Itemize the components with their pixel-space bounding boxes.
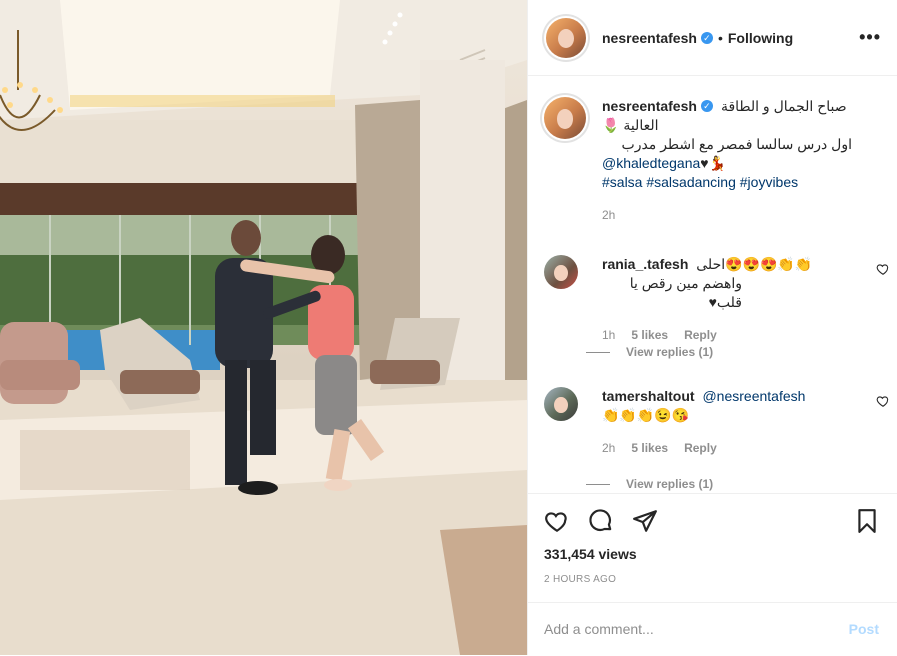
views-count[interactable]: 331,454 views [544,546,637,562]
comment-bubble-icon[interactable] [588,508,614,534]
comment-text-line1: احلى😍😍😍👏👏 [696,256,813,272]
caption-mention-suffix: ♥💃 [700,155,727,171]
instagram-post: nesreentafesh ✓ • Following ••• nesreent… [0,0,897,655]
caption-avatar[interactable] [544,97,586,139]
author-avatar[interactable] [546,17,586,58]
commenter-avatar[interactable] [544,255,578,289]
post-time[interactable]: 2 HOURS AGO [544,574,616,585]
hashtag-joyvibes[interactable]: #joyvibes [740,174,798,190]
add-comment-input[interactable]: Add a comment... [544,621,654,637]
caption-username[interactable]: nesreentafesh [602,97,697,116]
commenter-avatar[interactable] [544,387,578,421]
small-heart-icon[interactable] [876,394,890,408]
following-button[interactable]: Following [728,30,793,46]
action-icons [544,508,880,534]
comment-text-line2: واهضم مين رقص يا قلب♥ [629,275,742,310]
comment-mention[interactable]: @nesreentafesh [702,388,805,404]
reply-button[interactable]: Reply [684,439,717,458]
verified-badge-icon: ✓ [700,100,713,112]
verified-badge-icon: ✓ [700,31,713,44]
comments-list[interactable]: nesreentafesh ✓ صباح الجمال و الطاقة الع… [528,77,897,493]
post-video[interactable] [0,0,527,655]
comment-time[interactable]: 2h [602,439,615,458]
small-heart-icon[interactable] [876,262,890,276]
comment-time[interactable]: 1h [602,326,615,345]
commenter-username[interactable]: tamershaltout [602,388,695,404]
post-actions-section: 331,454 views 2 HOURS AGO Add a comment.… [528,493,897,637]
paper-plane-icon[interactable] [632,508,658,534]
hashtag-salsadancing[interactable]: #salsadancing [646,174,736,190]
comment-likes[interactable]: 5 likes [631,439,668,458]
reply-button[interactable]: Reply [684,326,717,345]
post-header: nesreentafesh ✓ • Following ••• [528,0,897,76]
hashtag-salsa[interactable]: #salsa [602,174,642,190]
author-username[interactable]: nesreentafesh [602,30,697,46]
comment-likes[interactable]: 5 likes [631,326,668,345]
view-replies[interactable]: View replies (1) [586,477,713,491]
caption-line2: العالية 🌷 [602,117,659,133]
add-comment-bar: Add a comment... Post [528,602,897,656]
post-comment-button[interactable]: Post [849,621,879,637]
post-side-panel: nesreentafesh ✓ • Following ••• nesreent… [527,0,897,655]
separator-dot: • [717,29,723,46]
bookmark-icon[interactable] [854,508,880,534]
view-replies[interactable]: View replies (1) [586,345,713,359]
caption-line1: صباح الجمال و الطاقة [720,98,847,114]
more-icon[interactable]: ••• [859,27,881,48]
heart-icon[interactable] [544,508,570,534]
caption-line3: اول درس سالسا فمصر مع اشطر مدرب [621,136,852,152]
commenter-username[interactable]: rania_.tafesh [602,256,688,272]
caption-mention[interactable]: @khaledtegana [602,155,700,171]
comment-text-line2: 👏👏👏😉😘 [602,407,690,423]
caption-time[interactable]: 2h [602,206,872,225]
video-frame [0,0,527,655]
